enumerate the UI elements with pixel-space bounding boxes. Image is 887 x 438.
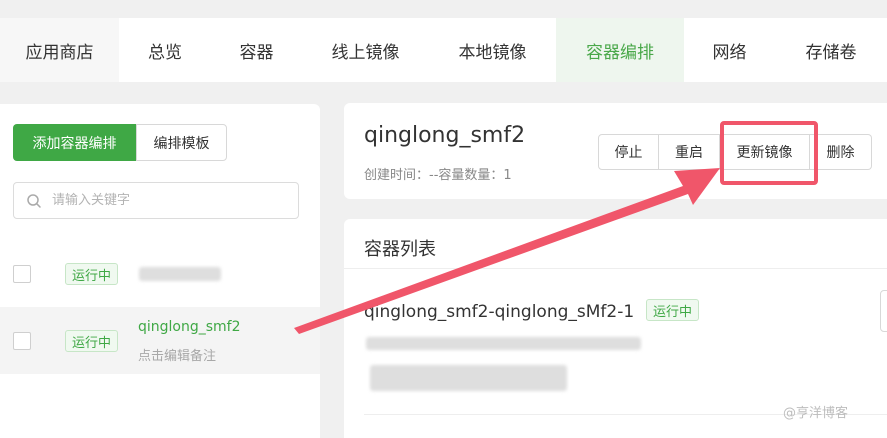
container-action-button[interactable] xyxy=(880,290,887,332)
tab-containers[interactable]: 容器 xyxy=(211,18,302,82)
compose-meta: 创建时间：--容量数量：1 xyxy=(364,168,512,183)
delete-button[interactable]: 删除 xyxy=(810,134,872,170)
compose-name-link[interactable]: qinglong_smf2 xyxy=(138,319,241,335)
tab-local-images[interactable]: 本地镜像 xyxy=(429,18,556,82)
compose-list-panel: 添加容器编排 编排模板 运行中 运行中 qinglong_smf2 点击编辑备注 xyxy=(0,104,320,438)
tab-app-store[interactable]: 应用商店 xyxy=(0,18,119,82)
status-badge: 运行中 xyxy=(65,330,119,352)
restart-button[interactable]: 重启 xyxy=(659,134,720,170)
redacted-name xyxy=(139,267,221,281)
search-icon xyxy=(26,192,44,210)
container-list-header: 容器列表 xyxy=(364,239,436,260)
tab-volumes[interactable]: 存储卷 xyxy=(775,18,887,82)
search-input[interactable] xyxy=(50,192,294,209)
search-box xyxy=(13,182,299,219)
watermark: @亨洋博客 xyxy=(783,406,849,421)
status-badge: 运行中 xyxy=(65,263,119,285)
list-item[interactable]: 运行中 xyxy=(0,240,320,307)
container-status-badge: 运行中 xyxy=(646,299,700,321)
tab-overview[interactable]: 总览 xyxy=(119,18,211,82)
top-tab-bar: 应用商店 总览 容器 线上镜像 本地镜像 容器编排 网络 存储卷 xyxy=(0,18,887,82)
edit-note-link[interactable]: 点击编辑备注 xyxy=(138,345,216,364)
page-title: qinglong_smf2 xyxy=(364,123,526,148)
add-compose-button[interactable]: 添加容器编排 xyxy=(13,124,136,161)
row-checkbox[interactable] xyxy=(13,265,31,283)
tab-online-images[interactable]: 线上镜像 xyxy=(302,18,429,82)
list-item-selected[interactable]: 运行中 qinglong_smf2 点击编辑备注 xyxy=(0,307,320,374)
row-checkbox[interactable] xyxy=(13,332,31,350)
divider xyxy=(344,268,887,269)
highlight-box xyxy=(720,121,818,185)
compose-template-button[interactable]: 编排模板 xyxy=(136,124,227,161)
container-name: qinglong_smf2-qinglong_sMf2-1 xyxy=(364,302,635,322)
redacted-info xyxy=(370,365,567,391)
tab-network[interactable]: 网络 xyxy=(684,18,775,82)
redacted-info xyxy=(366,337,641,350)
tab-compose[interactable]: 容器编排 xyxy=(556,18,684,82)
stop-button[interactable]: 停止 xyxy=(598,134,659,170)
